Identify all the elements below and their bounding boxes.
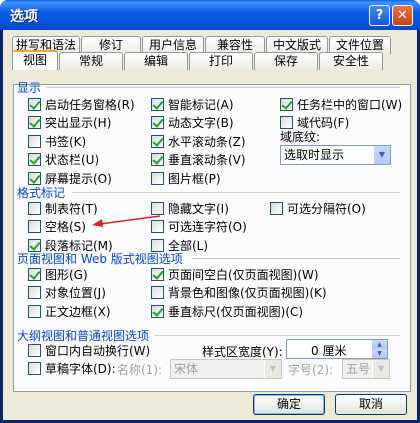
checkbox-box[interactable]	[270, 202, 283, 215]
checkbox-label: 图形(G)	[45, 268, 88, 282]
options-dialog: 选项 ? ✕ 拼写和语法 修订 用户信息 兼容性 中文版式 文件位置 视图 常规 编辑 打印 保存…	[0, 0, 420, 423]
checkbox-box[interactable]	[151, 98, 164, 111]
section-divider	[192, 258, 400, 259]
display-b-checkbox-4[interactable]: 图片框(P)	[151, 171, 221, 186]
display-c-checkbox-0[interactable]: 任务栏中的窗口(W)	[280, 97, 402, 112]
display-b-checkbox-1[interactable]: 动态文字(B)	[151, 115, 234, 130]
checkbox-box[interactable]	[151, 304, 164, 318]
marks-c-checkbox-0[interactable]: 可选分隔符(O)	[270, 201, 366, 216]
spin-up-icon[interactable]: ▲	[372, 340, 387, 349]
font-name-select[interactable]: 宋体 ▼	[170, 359, 282, 379]
checkbox-label: 智能标记(A)	[168, 98, 234, 112]
spin-down-icon[interactable]: ▼	[372, 349, 387, 358]
field-shading-label: 域底纹:	[280, 130, 321, 144]
checkbox-box[interactable]	[280, 98, 293, 111]
checkbox-label: 可选连字符(O)	[168, 220, 247, 235]
checkbox-label: 水平滚动条(Z)	[168, 134, 246, 149]
font-size-select[interactable]: 五号 ▼	[342, 359, 390, 379]
checkbox-box[interactable]	[151, 153, 164, 167]
marks-a-checkbox-0[interactable]: 制表符(T)	[28, 201, 98, 216]
chevron-down-icon[interactable]: ▼	[373, 146, 390, 164]
section-display: 显示	[17, 81, 42, 95]
style-width-spinner[interactable]: 0 厘米 ▲ ▼	[286, 339, 388, 359]
chevron-down-icon[interactable]: ▼	[264, 360, 281, 378]
outline-checkbox-1[interactable]: 草稿字体(D):	[28, 361, 116, 376]
style-width-label: 样式区宽度(Y):	[202, 345, 283, 359]
checkbox-label: 空格(S)	[45, 220, 86, 235]
annotation-arrow-icon	[92, 215, 161, 227]
checkbox-box[interactable]	[151, 116, 164, 130]
web-a-checkbox-0[interactable]: 图形(G)	[28, 267, 88, 282]
checkbox-box[interactable]	[28, 268, 41, 281]
cancel-button[interactable]: 取消	[335, 394, 407, 415]
checkbox-label: 制表符(T)	[45, 202, 98, 216]
section-divider	[46, 87, 400, 88]
field-shading-value: 选取时显示	[284, 148, 345, 162]
marks-a-checkbox-1[interactable]: 空格(S)	[28, 219, 86, 234]
checkbox-box[interactable]	[28, 304, 41, 318]
checkbox-label: 垂直标尺(仅页面视图)(C)	[168, 304, 304, 319]
web-b-checkbox-1[interactable]: 背景色和图像(仅页面视图)(K)	[151, 285, 327, 300]
checkbox-label: 正文边框(X)	[45, 304, 111, 319]
font-name-label: 名称(1):	[117, 363, 163, 377]
checkbox-box[interactable]	[28, 153, 41, 167]
checkbox-box[interactable]	[28, 116, 41, 130]
checkbox-box[interactable]	[28, 344, 41, 357]
ok-button[interactable]: 确定	[253, 394, 325, 415]
web-a-checkbox-2[interactable]: 正文边框(X)	[28, 304, 111, 319]
display-a-checkbox-3[interactable]: 状态栏(U)	[28, 152, 99, 167]
display-a-checkbox-0[interactable]: 启动任务窗格(R)	[28, 97, 135, 112]
checkbox-label: 任务栏中的窗口(W)	[297, 98, 403, 112]
checkbox-box[interactable]	[28, 220, 41, 234]
checkbox-box[interactable]	[28, 202, 41, 215]
marks-b-checkbox-0[interactable]: 隐藏文字(I)	[151, 201, 229, 216]
checkbox-box[interactable]	[28, 362, 41, 376]
font-size-label: 字号(2):	[288, 363, 334, 377]
display-a-checkbox-2[interactable]: 书签(K)	[28, 134, 86, 149]
chevron-down-icon[interactable]: ▼	[372, 360, 389, 378]
checkbox-box[interactable]	[151, 268, 164, 281]
checkbox-label: 隐藏文字(I)	[168, 202, 229, 216]
marks-b-checkbox-1[interactable]: 可选连字符(O)	[151, 219, 247, 234]
style-width-value: 0 厘米	[311, 344, 347, 358]
section-divider	[72, 192, 400, 193]
font-name-value: 宋体	[174, 362, 199, 376]
display-b-checkbox-0[interactable]: 智能标记(A)	[151, 97, 234, 112]
checkbox-label: 书签(K)	[45, 134, 87, 149]
web-b-checkbox-0[interactable]: 页面间空白(仅页面视图)(W)	[151, 267, 319, 282]
checkbox-label: 图片框(P)	[168, 171, 221, 186]
outline-checkbox-0[interactable]: 窗口内自动换行(W)	[28, 343, 150, 358]
checkbox-label: 草稿字体(D):	[45, 362, 116, 377]
web-a-checkbox-1[interactable]: 对象位置(J)	[28, 285, 106, 300]
checkbox-label: 垂直滚动条(V)	[168, 153, 246, 168]
display-a-checkbox-1[interactable]: 突出显示(H)	[28, 115, 111, 130]
section-print_web: 页面视图和 Web 版式视图选项	[17, 252, 183, 266]
checkbox-box[interactable]	[28, 286, 41, 300]
checkbox-box[interactable]	[28, 134, 41, 148]
font-size-value: 五号	[346, 362, 371, 376]
field-shading-select[interactable]: 选取时显示 ▼	[280, 145, 391, 165]
checkbox-box[interactable]	[151, 134, 164, 148]
checkbox-box[interactable]	[28, 171, 41, 185]
checkbox-label: 启动任务窗格(R)	[45, 98, 135, 112]
section-divider	[154, 335, 400, 336]
checkbox-label: 可选分隔符(O)	[287, 202, 366, 216]
checkbox-box[interactable]	[28, 98, 41, 111]
display-b-checkbox-2[interactable]: 水平滚动条(Z)	[151, 134, 246, 149]
checkbox-label: 突出显示(H)	[45, 116, 112, 131]
checkbox-label: 动态文字(B)	[168, 116, 234, 131]
section-format_marks: 格式标记	[17, 186, 66, 200]
checkbox-label: 窗口内自动换行(W)	[45, 344, 151, 358]
checkbox-box[interactable]	[151, 171, 164, 185]
dialog-body: 拼写和语法 修订 用户信息 兼容性 中文版式 文件位置 视图 常规 编辑 打印 保存 安全性 显示启…	[3, 30, 417, 420]
display-b-checkbox-3[interactable]: 垂直滚动条(V)	[151, 152, 246, 167]
checkbox-label: 对象位置(J)	[45, 286, 106, 301]
checkbox-box[interactable]	[151, 286, 164, 300]
web-b-checkbox-2[interactable]: 垂直标尺(仅页面视图)(C)	[151, 304, 303, 319]
checkbox-label: 页面间空白(仅页面视图)(W)	[168, 268, 319, 282]
checkbox-label: 背景色和图像(仅页面视图)(K)	[168, 286, 327, 301]
checkbox-label: 状态栏(U)	[45, 153, 100, 168]
